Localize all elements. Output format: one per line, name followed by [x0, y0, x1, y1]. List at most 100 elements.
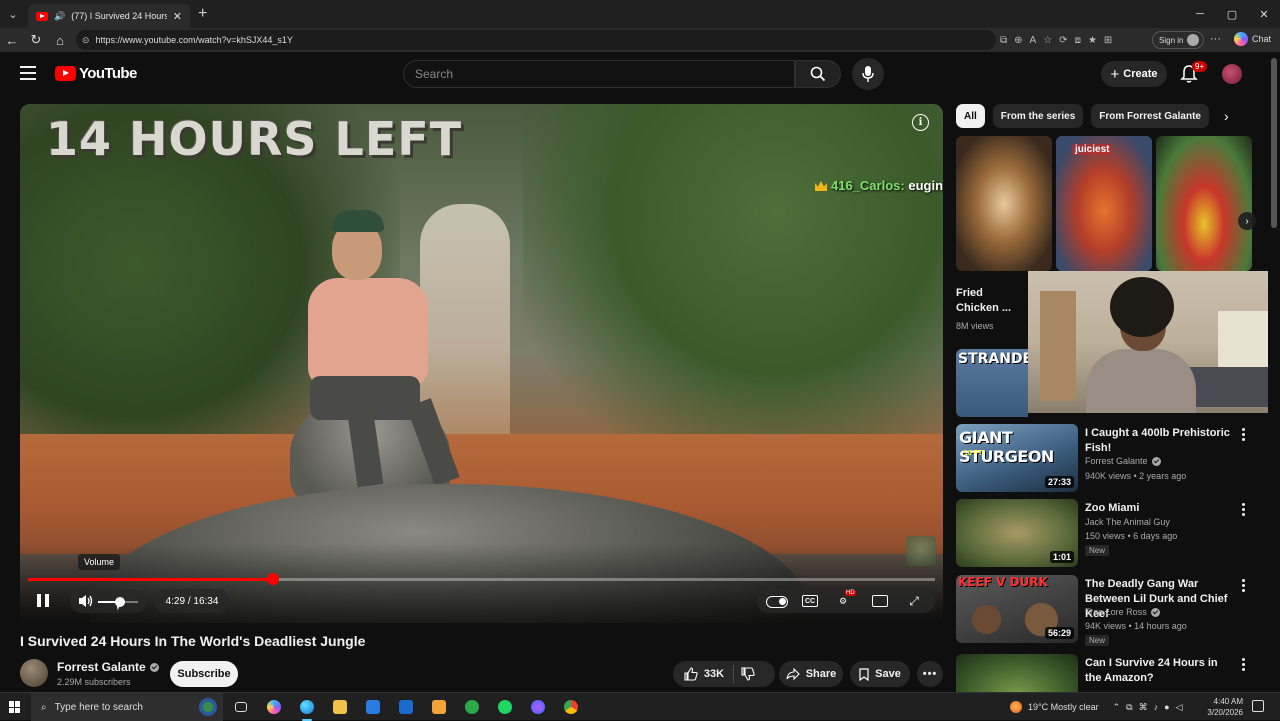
network-icon[interactable]: ⧉: [1126, 702, 1132, 713]
video-thumbnail[interactable]: 1:01: [956, 499, 1078, 567]
chip-all[interactable]: All: [956, 104, 985, 128]
tray-chevron-icon[interactable]: ⌃: [1113, 702, 1121, 713]
favorites-icon[interactable]: ★: [1088, 35, 1097, 46]
tab-list-chevron-icon[interactable]: ⌄: [0, 0, 26, 28]
edge-browser-icon[interactable]: [296, 696, 318, 721]
recommendation-title[interactable]: Can I Survive 24 Hours in the Amazon?: [1085, 656, 1235, 686]
page-scrollbar[interactable]: [1268, 52, 1280, 692]
volume-icon[interactable]: [78, 594, 94, 608]
extensions-icon[interactable]: ⟳: [1059, 35, 1067, 46]
short-card[interactable]: juiciest: [1056, 136, 1152, 271]
chip-from-the-series[interactable]: From the series: [992, 104, 1084, 128]
scrollbar-thumb[interactable]: [1271, 58, 1277, 228]
short-card[interactable]: [956, 136, 1052, 271]
recommendation-channel[interactable]: Forrest Galante: [1085, 456, 1161, 466]
youtube-logo[interactable]: YouTube: [55, 65, 137, 82]
more-vertical-icon[interactable]: [1241, 579, 1245, 592]
tab-close-icon[interactable]: ✕: [173, 10, 182, 23]
thumbs-down-icon[interactable]: [741, 667, 755, 681]
notifications-button[interactable]: 9+: [1180, 61, 1208, 86]
recommendation-channel[interactable]: Jack The Animal Guy: [1085, 517, 1170, 527]
speaker-icon[interactable]: ♪: [1154, 702, 1159, 712]
recommendation-item[interactable]: Can I Survive 24 Hours in the Amazon?: [956, 654, 1256, 692]
more-vertical-icon[interactable]: [1241, 503, 1245, 516]
new-tab-plus-icon[interactable]: +: [198, 5, 207, 23]
split-screen-icon[interactable]: ⧈: [1075, 35, 1081, 46]
search-button[interactable]: [795, 60, 841, 88]
task-view-icon[interactable]: [230, 696, 252, 718]
video-thumbnail[interactable]: KEEF V DURK 56:29: [956, 575, 1078, 643]
share-button[interactable]: Share: [779, 661, 843, 687]
short-title[interactable]: Fried Chicken ...: [956, 286, 1026, 316]
progress-bar[interactable]: [28, 573, 935, 585]
recommendation-channel[interactable]: Trap Lore Ross: [1085, 607, 1160, 617]
autoplay-toggle[interactable]: [766, 596, 788, 608]
refresh-icon[interactable]: ↻: [24, 28, 48, 52]
more-vertical-icon[interactable]: [1241, 658, 1245, 671]
subtitles-icon[interactable]: CC: [802, 595, 818, 607]
messenger-icon[interactable]: [527, 696, 549, 718]
outlook-icon[interactable]: [395, 696, 417, 718]
recommendation-title[interactable]: I Caught a 400lb Prehistoric Fish!: [1085, 426, 1235, 456]
microphone-tray-icon[interactable]: ●: [1164, 702, 1169, 712]
zoom-icon[interactable]: ⊕: [1014, 35, 1022, 46]
app-available-icon[interactable]: ⧉: [1000, 35, 1007, 46]
recommendation-item[interactable]: KEEF V DURK 56:29 The Deadly Gang War Be…: [956, 575, 1256, 646]
copilot-taskbar-icon[interactable]: [263, 696, 285, 718]
hamburger-menu-icon[interactable]: [20, 66, 36, 80]
short-card[interactable]: [1156, 136, 1252, 271]
notes-app-icon[interactable]: [428, 696, 450, 718]
more-actions-button[interactable]: •••: [917, 661, 943, 687]
site-info-icon[interactable]: ⊝: [82, 35, 90, 46]
favorite-star-icon[interactable]: ☆: [1043, 35, 1052, 46]
volume-tray-icon[interactable]: ◁: [1176, 702, 1183, 713]
chrome-icon[interactable]: [560, 696, 582, 718]
create-button[interactable]: + Create: [1101, 61, 1167, 87]
weather-sun-icon[interactable]: [1010, 701, 1022, 713]
browser-tab-youtube[interactable]: 🔊 (77) I Survived 24 Hours In Th ✕: [28, 4, 190, 28]
recommendation-item[interactable]: GIANT STURGEON 10 FT! 27:33 I Caught a 4…: [956, 424, 1256, 494]
home-icon[interactable]: ⌂: [48, 28, 72, 52]
video-player[interactable]: 14 HOURS LEFT i 416_Carlos: eugine Volum…: [20, 104, 943, 623]
info-icon[interactable]: i: [912, 114, 929, 131]
weather-text[interactable]: 19°C Mostly clear: [1028, 702, 1099, 712]
scrubber-handle[interactable]: [266, 573, 279, 585]
clock[interactable]: 4:40 AM 3/20/2026: [1203, 696, 1243, 718]
theater-mode-icon[interactable]: [872, 595, 888, 607]
window-close-icon[interactable]: ✕: [1248, 0, 1280, 28]
taskbar-search[interactable]: ⌕ Type here to search: [31, 693, 223, 721]
back-arrow-icon[interactable]: ←: [0, 28, 24, 52]
save-button[interactable]: Save: [850, 661, 910, 687]
search-input[interactable]: Search: [403, 60, 795, 88]
like-button[interactable]: 33K: [684, 667, 724, 681]
address-bar[interactable]: ⊝ https://www.youtube.com/watch?v=khSJX4…: [76, 30, 996, 50]
spotify-icon[interactable]: [494, 696, 516, 718]
shorts-next-arrow-icon[interactable]: ›: [1238, 212, 1256, 230]
account-avatar[interactable]: [1222, 64, 1242, 84]
collections-icon[interactable]: ⊞: [1104, 35, 1112, 46]
fullscreen-icon[interactable]: ⤢: [907, 594, 921, 608]
copilot-chat-button[interactable]: Chat: [1234, 32, 1271, 46]
speaker-icon[interactable]: 🔊: [54, 11, 65, 22]
file-explorer-icon[interactable]: [329, 696, 351, 718]
browser-menu-icon[interactable]: ···: [1210, 33, 1221, 45]
channel-name-link[interactable]: Forrest Galante: [57, 660, 159, 674]
chips-next-arrow-icon[interactable]: ›: [1224, 108, 1229, 124]
xbox-icon[interactable]: [461, 696, 483, 718]
windows-start-icon[interactable]: [9, 701, 21, 713]
chip-from-channel[interactable]: From Forrest Galante: [1091, 104, 1209, 128]
sign-in-button[interactable]: Sign in: [1152, 31, 1205, 49]
subscribe-button[interactable]: Subscribe: [170, 661, 238, 687]
microsoft-store-icon[interactable]: [362, 696, 384, 718]
partial-video-thumbnail[interactable]: STRANDED: [956, 349, 1028, 417]
notification-center-icon[interactable]: [1252, 700, 1264, 712]
settings-gear-icon[interactable]: ⚙ HD: [836, 590, 856, 607]
minimize-icon[interactable]: ─: [1184, 0, 1216, 28]
recommendation-title[interactable]: Zoo Miami: [1085, 501, 1235, 516]
more-vertical-icon[interactable]: [1241, 428, 1245, 441]
video-thumbnail[interactable]: GIANT STURGEON 10 FT! 27:33: [956, 424, 1078, 492]
voice-search-button[interactable]: [852, 58, 884, 90]
recommendation-item[interactable]: 1:01 Zoo Miami Jack The Animal Guy 150 v…: [956, 499, 1256, 569]
link-icon[interactable]: ⌘: [1139, 702, 1148, 713]
pause-button[interactable]: [34, 591, 52, 609]
